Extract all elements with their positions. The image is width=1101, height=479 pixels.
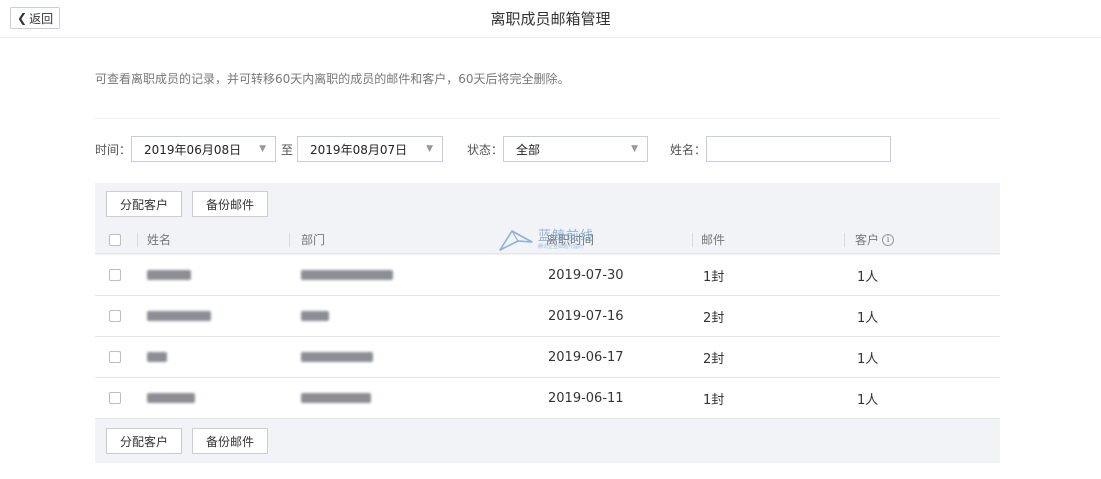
watermark: 蓝鲸前线 腾讯企业邮箱代理商 xyxy=(498,226,594,254)
start-date-select[interactable]: 2019年06月08日 ▼ xyxy=(131,136,277,162)
column-separator xyxy=(289,233,290,247)
to-label: 至 xyxy=(281,142,294,157)
status-select[interactable]: 全部 ▼ xyxy=(503,136,649,162)
column-customer: 客户 i xyxy=(855,226,895,253)
backup-mail-button[interactable]: 备份邮件 xyxy=(192,191,269,217)
assign-customer-button[interactable]: 分配客户 xyxy=(106,191,183,217)
info-circle-icon[interactable]: i xyxy=(882,233,895,246)
customer-count: 1人 xyxy=(857,269,879,285)
member-table: 分配客户 备份邮件 姓名 部门 离职时间 邮件 客户 i 2019-07-30 … xyxy=(95,183,1000,463)
leave-time: 2019-06-17 xyxy=(548,349,624,365)
watermark-subtitle: 腾讯企业邮箱代理商 xyxy=(538,243,584,250)
end-date-select[interactable]: 2019年08月07日 ▼ xyxy=(297,136,444,162)
row-checkbox[interactable] xyxy=(109,392,121,404)
row-checkbox[interactable] xyxy=(109,310,121,322)
customer-count: 1人 xyxy=(857,310,879,326)
table-row[interactable]: 2019-07-30 1封 1人 xyxy=(95,255,1000,296)
filter-bar: 时间： 2019年06月08日 ▼ 至 2019年08月07日 ▼ 状态： 全部… xyxy=(95,136,892,162)
leave-time: 2019-07-16 xyxy=(548,308,624,324)
leave-time: 2019-07-30 xyxy=(548,267,624,283)
name-input[interactable] xyxy=(706,136,892,162)
customer-count: 1人 xyxy=(857,392,879,408)
row-checkbox[interactable] xyxy=(109,351,121,363)
mail-count: 1封 xyxy=(703,392,725,408)
assign-customer-button[interactable]: 分配客户 xyxy=(106,428,183,454)
status-value: 全部 xyxy=(516,142,541,157)
mail-count: 2封 xyxy=(703,310,725,326)
table-row[interactable]: 2019-06-17 2封 1人 xyxy=(95,337,1000,378)
end-date-value: 2019年08月07日 xyxy=(310,142,408,157)
backup-mail-button[interactable]: 备份邮件 xyxy=(192,428,269,454)
column-separator xyxy=(692,233,693,247)
caret-down-icon: ▼ xyxy=(259,144,267,154)
column-separator xyxy=(137,233,138,247)
mail-count: 2封 xyxy=(703,351,725,367)
redacted-dept xyxy=(301,393,371,403)
caret-down-icon: ▼ xyxy=(631,144,639,154)
leave-time: 2019-06-11 xyxy=(548,390,624,406)
time-label: 时间： xyxy=(95,142,132,157)
page-title: 离职成员邮箱管理 xyxy=(490,10,611,28)
table-toolbar-bottom: 分配客户 备份邮件 xyxy=(106,428,269,454)
column-separator xyxy=(844,233,845,247)
redacted-dept xyxy=(301,311,329,321)
table-row[interactable]: 2019-07-16 2封 1人 xyxy=(95,296,1000,337)
redacted-dept xyxy=(301,352,373,362)
top-bar: ❮ 返回 离职成员邮箱管理 xyxy=(0,0,1101,38)
select-all-checkbox[interactable] xyxy=(109,234,121,246)
mail-count: 1封 xyxy=(703,269,725,285)
redacted-dept xyxy=(301,270,393,280)
redacted-name xyxy=(147,352,167,362)
column-name: 姓名 xyxy=(147,233,172,247)
customer-count: 1人 xyxy=(857,351,879,367)
caret-down-icon: ▼ xyxy=(426,144,434,154)
watermark-logo-icon xyxy=(499,230,533,251)
table-toolbar-top: 分配客户 备份邮件 xyxy=(106,191,269,217)
watermark-title: 蓝鲸前线 xyxy=(538,228,595,244)
table-row[interactable]: 2019-06-11 1封 1人 xyxy=(95,378,1000,419)
name-label: 姓名： xyxy=(670,142,707,157)
row-checkbox[interactable] xyxy=(109,269,121,281)
status-label: 状态： xyxy=(467,142,504,157)
column-customer-label: 客户 xyxy=(855,233,880,247)
start-date-value: 2019年06月08日 xyxy=(144,142,242,157)
redacted-name xyxy=(147,393,195,403)
column-dept: 部门 xyxy=(301,233,326,247)
redacted-name xyxy=(147,270,191,280)
page-description: 可查看离职成员的记录，并可转移60天内离职的成员的邮件和客户，60天后将完全删除… xyxy=(95,72,570,86)
divider xyxy=(95,118,1000,119)
column-mail: 邮件 xyxy=(701,233,726,247)
redacted-name xyxy=(147,311,211,321)
